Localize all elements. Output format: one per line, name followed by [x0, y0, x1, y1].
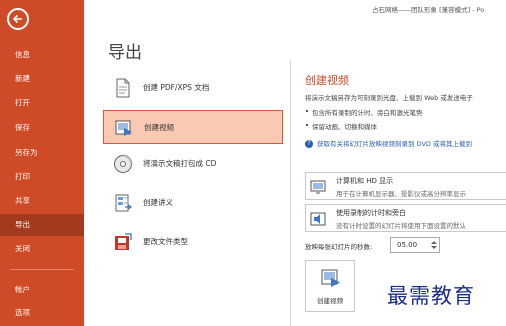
seconds-per-slide-input[interactable]: 05.00 [390, 237, 440, 253]
export-option-package-cd[interactable]: 将演示文稿打包成 CD [103, 147, 283, 181]
export-option-label: 创建视频 [144, 123, 174, 132]
timing-narration-subtitle: 没有计时设置的幻灯片将使用下面设置的默认 [336, 222, 466, 230]
timing-narration-dropdown[interactable]: 使用录制的计时和旁白 没有计时设置的幻灯片将使用下面设置的默认 [305, 204, 506, 232]
nav-item-export[interactable]: 导出 [0, 214, 84, 236]
detail-bullet: 保留动画、切换和媒体 [306, 123, 377, 131]
video-info-link-text: 获取有关将幻灯片放映视频刻录到 DVD 或将其上载到 [317, 140, 472, 148]
create-video-button-label: 创建视频 [317, 297, 343, 305]
handout-icon [115, 194, 132, 212]
timing-narration-title: 使用录制的计时和旁白 [336, 209, 406, 217]
nav-item-info[interactable]: 信息 [0, 44, 84, 66]
cd-icon [114, 154, 133, 173]
export-option-label: 创建讲义 [143, 198, 173, 207]
video-quality-subtitle: 用于在计算机显示器、投影仪或高分辨率显示 [336, 190, 466, 198]
nav-item-save[interactable]: 保存 [0, 117, 84, 139]
export-option-change-file-type[interactable]: 更改文件类型 [103, 225, 283, 259]
seconds-per-slide-label: 放映每张幻灯片的秒数: [305, 243, 373, 251]
page-title: 导出 [108, 43, 142, 63]
detail-title: 创建视频 [305, 74, 349, 87]
detail-description: 将演示文稿另存为可刻录到光盘、上载到 Web 或发送电子 [305, 94, 473, 102]
back-button[interactable] [7, 8, 29, 30]
nav-item-open[interactable]: 打开 [0, 92, 84, 114]
watermark-text: 最需教育 [387, 284, 475, 308]
video-icon [115, 120, 132, 136]
seconds-per-slide-value: 05.00 [397, 241, 418, 249]
window-title: 占石网络——团队形象 [兼容模式] - Po [372, 6, 485, 14]
nav-item-print[interactable]: 打印 [0, 166, 84, 188]
video-info-link[interactable]: ? 获取有关将幻灯片放映视频刻录到 DVD 或将其上载到 [305, 138, 472, 148]
spin-down-icon[interactable] [431, 246, 437, 249]
export-option-label: 更改文件类型 [143, 237, 188, 246]
nav-item-close[interactable]: 关闭 [0, 238, 84, 260]
change-file-type-icon [115, 233, 132, 250]
export-option-label: 将演示文稿打包成 CD [143, 159, 217, 168]
export-option-create-video[interactable]: 创建视频 [103, 110, 283, 144]
nav-item-account[interactable]: 帐户 [0, 279, 84, 301]
export-option-pdf-xps[interactable]: 创建 PDF/XPS 文档 [103, 71, 283, 105]
back-arrow-icon [12, 14, 22, 24]
create-video-button[interactable]: 创建视频 [305, 260, 355, 312]
nav-item-new[interactable]: 新建 [0, 68, 84, 90]
nav-divider [10, 269, 74, 270]
narration-timing-icon [310, 212, 326, 226]
help-icon: ? [305, 140, 313, 148]
nav-item-save-as[interactable]: 另存为 [0, 142, 84, 164]
detail-bullet: 包含所有录制的计时、旁白和激光笔势 [306, 109, 423, 117]
backstage-sidebar: 信息 新建 打开 保存 另存为 打印 共享 导出 关闭 帐户 选项 [0, 0, 84, 326]
nav-item-options[interactable]: 选项 [0, 302, 84, 324]
monitor-icon [310, 180, 326, 194]
export-option-label: 创建 PDF/XPS 文档 [143, 83, 210, 92]
nav-item-share[interactable]: 共享 [0, 190, 84, 212]
video-quality-title: 计算机和 HD 显示 [336, 177, 394, 185]
video-quality-dropdown[interactable]: 计算机和 HD 显示 用于在计算机显示器、投影仪或高分辨率显示 [305, 172, 506, 200]
panel-divider [290, 60, 291, 326]
pdf-document-icon [116, 78, 130, 98]
create-video-icon [321, 269, 340, 287]
spin-up-icon[interactable] [431, 241, 437, 244]
export-option-create-handouts[interactable]: 创建讲义 [103, 186, 283, 220]
